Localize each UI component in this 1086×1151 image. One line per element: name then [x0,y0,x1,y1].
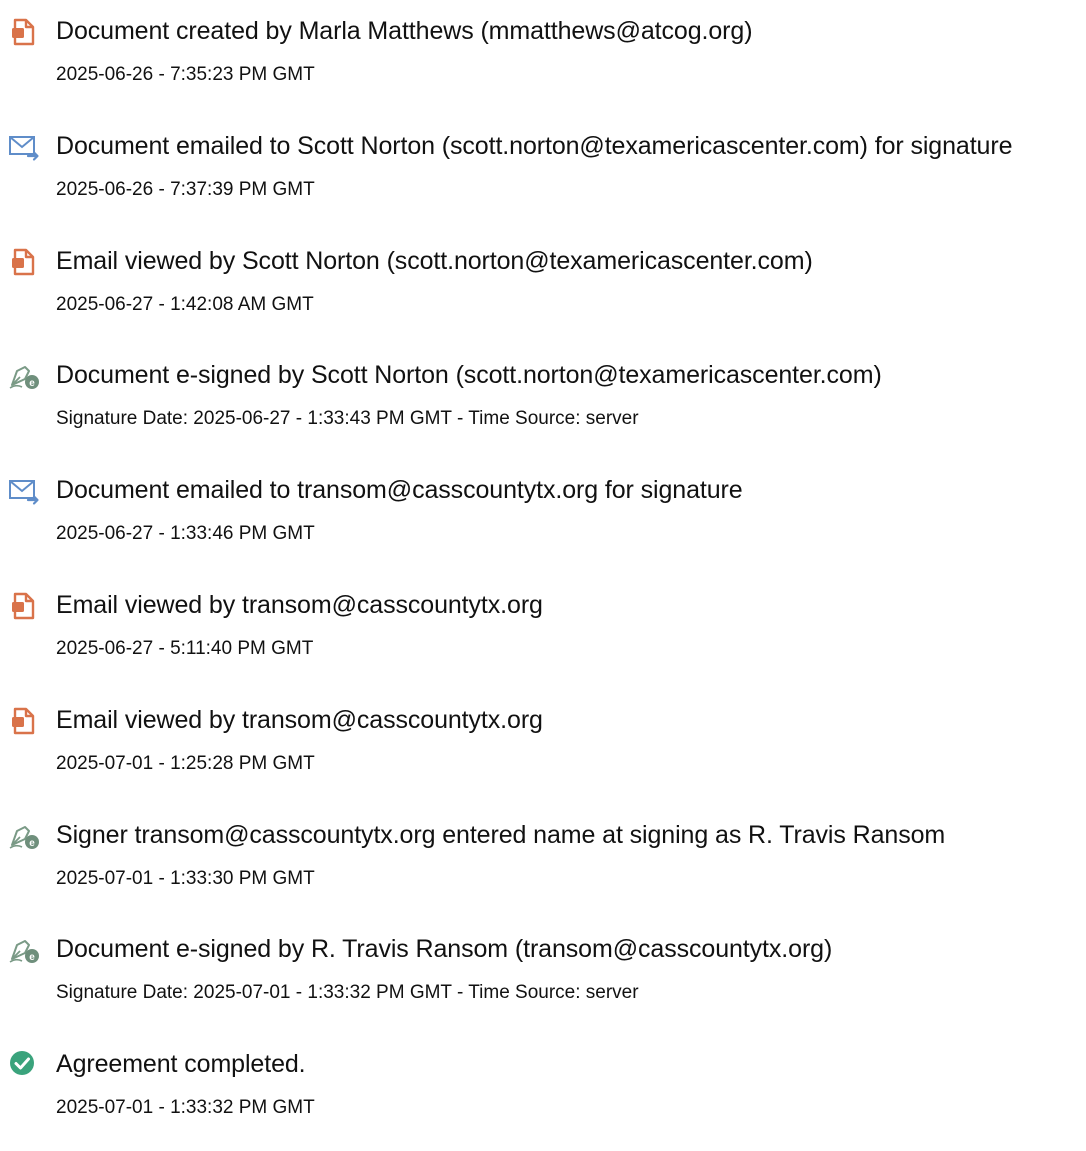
email-sent-icon [8,131,40,163]
event-title: Email viewed by Scott Norton (scott.nort… [56,246,813,275]
event-title: Signer transom@casscountytx.org entered … [56,820,946,849]
svg-text:e: e [29,838,35,849]
event-timestamp: Signature Date: 2025-07-01 - 1:33:32 PM … [56,982,639,1004]
audit-event: Document created by Marla Matthews (mmat… [0,8,1086,118]
e-sign-pen-icon: e [8,934,40,966]
completed-check-icon [8,1049,40,1081]
event-title: Agreement completed. [56,1050,306,1079]
email-sent-icon [8,475,40,507]
event-title: Document e-signed by Scott Norton (scott… [56,361,882,390]
event-timestamp: 2025-06-27 - 5:11:40 PM GMT [56,638,314,659]
svg-text:e: e [29,378,35,389]
audit-event: e Signer transom@casscountytx.org entere… [0,812,1086,922]
audit-event: e Document e-signed by Scott Norton (sco… [0,352,1086,462]
e-sign-pen-icon: e [8,820,40,852]
event-timestamp: 2025-06-26 - 7:35:23 PM GMT [56,64,315,85]
event-timestamp: 2025-06-27 - 1:33:46 PM GMT [56,523,315,545]
e-sign-pen-icon: e [8,360,40,392]
event-title: Document emailed to Scott Norton (scott.… [56,131,1013,160]
document-viewed-icon [8,590,40,622]
event-title: Email viewed by transom@casscountytx.org [56,591,543,619]
event-title: Document e-signed by R. Travis Ransom (t… [56,935,833,964]
document-viewed-icon [8,246,40,278]
audit-event: e Document e-signed by R. Travis Ransom … [0,926,1086,1036]
audit-event: Email viewed by transom@casscountytx.org… [0,582,1086,692]
document-created-icon [8,16,40,48]
document-viewed-icon [8,705,40,737]
audit-event: Agreement completed. 2025-07-01 - 1:33:32… [0,1041,1086,1151]
audit-event: Document emailed to Scott Norton (scott.… [0,123,1086,233]
event-timestamp: 2025-06-26 - 7:37:39 PM GMT [56,178,315,200]
event-title: Document emailed to transom@casscountytx… [56,476,743,505]
event-timestamp: 2025-07-01 - 1:25:28 PM GMT [56,752,315,774]
audit-event: Email viewed by transom@casscountytx.org… [0,697,1086,807]
svg-text:e: e [29,952,35,963]
event-timestamp: 2025-07-01 - 1:33:32 PM GMT [56,1097,315,1119]
event-timestamp: 2025-06-27 - 1:42:08 AM GMT [56,293,314,315]
audit-event: Document emailed to transom@casscountytx… [0,467,1086,577]
event-timestamp: 2025-07-01 - 1:33:30 PM GMT [56,867,315,889]
event-title: Email viewed by transom@casscountytx.org [56,705,543,734]
event-title: Document created by Marla Matthews (mmat… [56,17,753,45]
audit-event: Email viewed by Scott Norton (scott.nort… [0,238,1086,348]
event-timestamp: Signature Date: 2025-06-27 - 1:33:43 PM … [56,408,639,430]
audit-report-page: { "events": [ { "icon": "document-create… [0,0,1086,1118]
